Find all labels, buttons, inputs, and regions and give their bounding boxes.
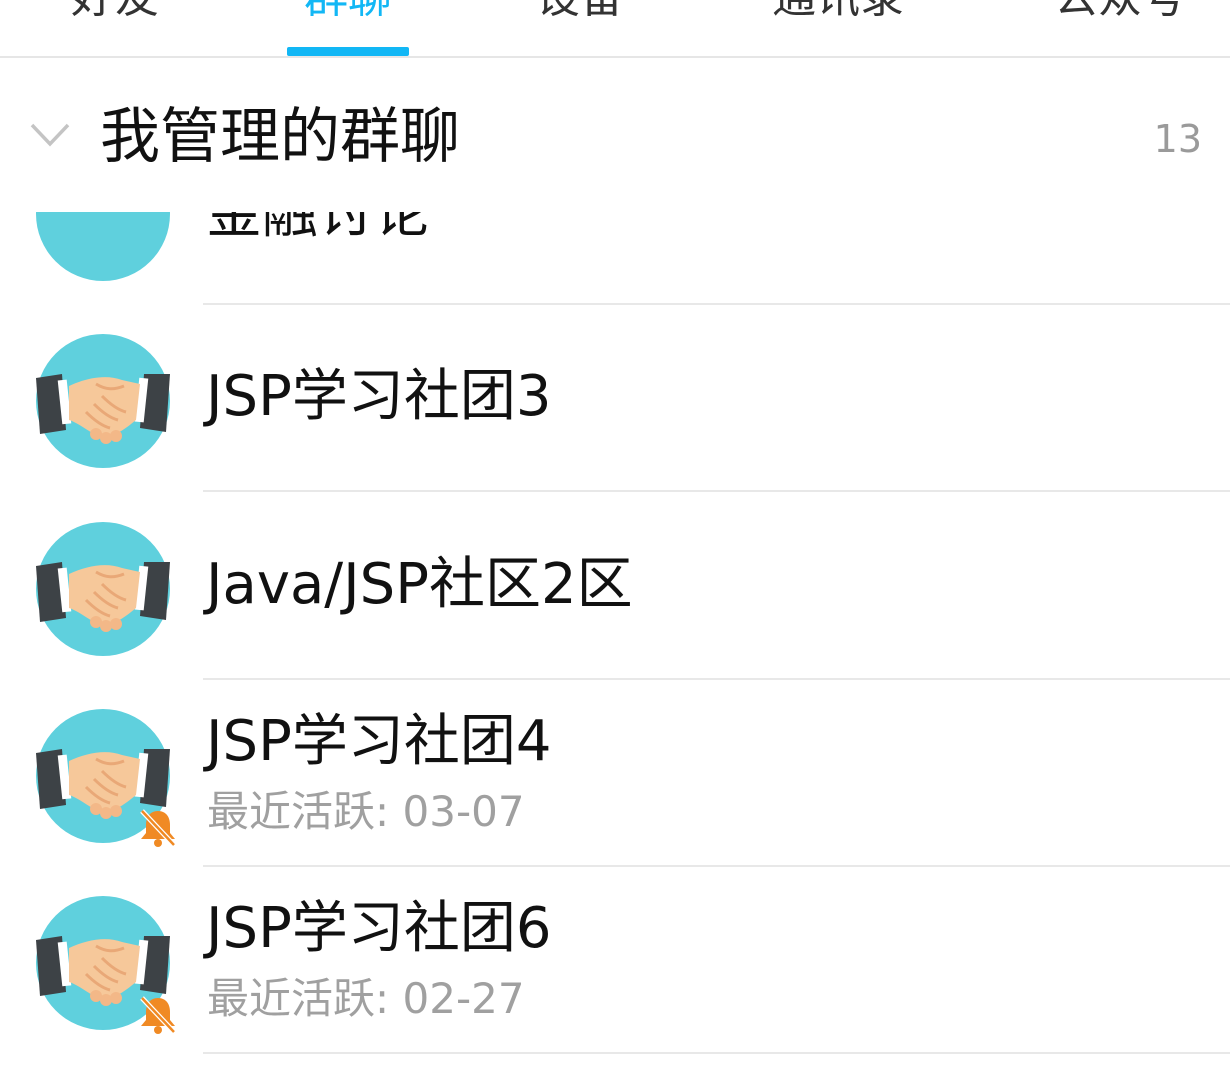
group-name: JSP学习社团3 (206, 364, 552, 429)
list-item[interactable]: JSP学习社团4 最近活跃: 03-07 (0, 679, 1230, 867)
last-active-text: 最近活跃: 02-27 (207, 974, 525, 1023)
tab-devices[interactable]: 设备 (490, 0, 670, 28)
graduation-cap-avatar (36, 212, 170, 281)
section-header-managed-groups[interactable]: 我管理的群聊 13 (0, 58, 1230, 212)
section-count: 13 (1153, 117, 1202, 161)
group-name: 金融讨论 (206, 212, 430, 246)
tab-official-accounts[interactable]: 公众号 (1030, 0, 1210, 28)
list-item[interactable]: JSP学习社团3 (0, 304, 1230, 492)
handshake-avatar (36, 522, 170, 656)
group-name: Java/JSP社区2区 (206, 552, 633, 617)
tab-bar: 好友 群聊 设备 通讯录 公众号 (0, 0, 1230, 58)
section-title: 我管理的群聊 (100, 102, 460, 172)
active-tab-indicator (287, 47, 409, 56)
tab-contacts[interactable]: 通讯录 (748, 0, 928, 28)
list-item[interactable]: JSP学习社团6 最近活跃: 02-27 (0, 866, 1230, 1054)
mute-bell-icon (138, 994, 178, 1034)
mute-bell-icon (138, 807, 178, 847)
list-item[interactable]: 金融讨论 (0, 212, 1230, 305)
chevron-down-icon[interactable] (30, 122, 70, 148)
group-name: JSP学习社团6 (206, 896, 552, 961)
tab-friends[interactable]: 好友 (25, 0, 205, 28)
group-name: JSP学习社团4 (206, 709, 552, 774)
handshake-avatar (36, 334, 170, 468)
divider (203, 1052, 1230, 1054)
tab-groups[interactable]: 群聊 (258, 0, 438, 28)
group-list: 金融讨论 JSP学习社团3 Java/JSP社区2区 JSP学习社团4 最近活跃… (0, 212, 1230, 1080)
last-active-text: 最近活跃: 03-07 (207, 787, 525, 836)
list-item[interactable]: Java/JSP社区2区 (0, 492, 1230, 680)
